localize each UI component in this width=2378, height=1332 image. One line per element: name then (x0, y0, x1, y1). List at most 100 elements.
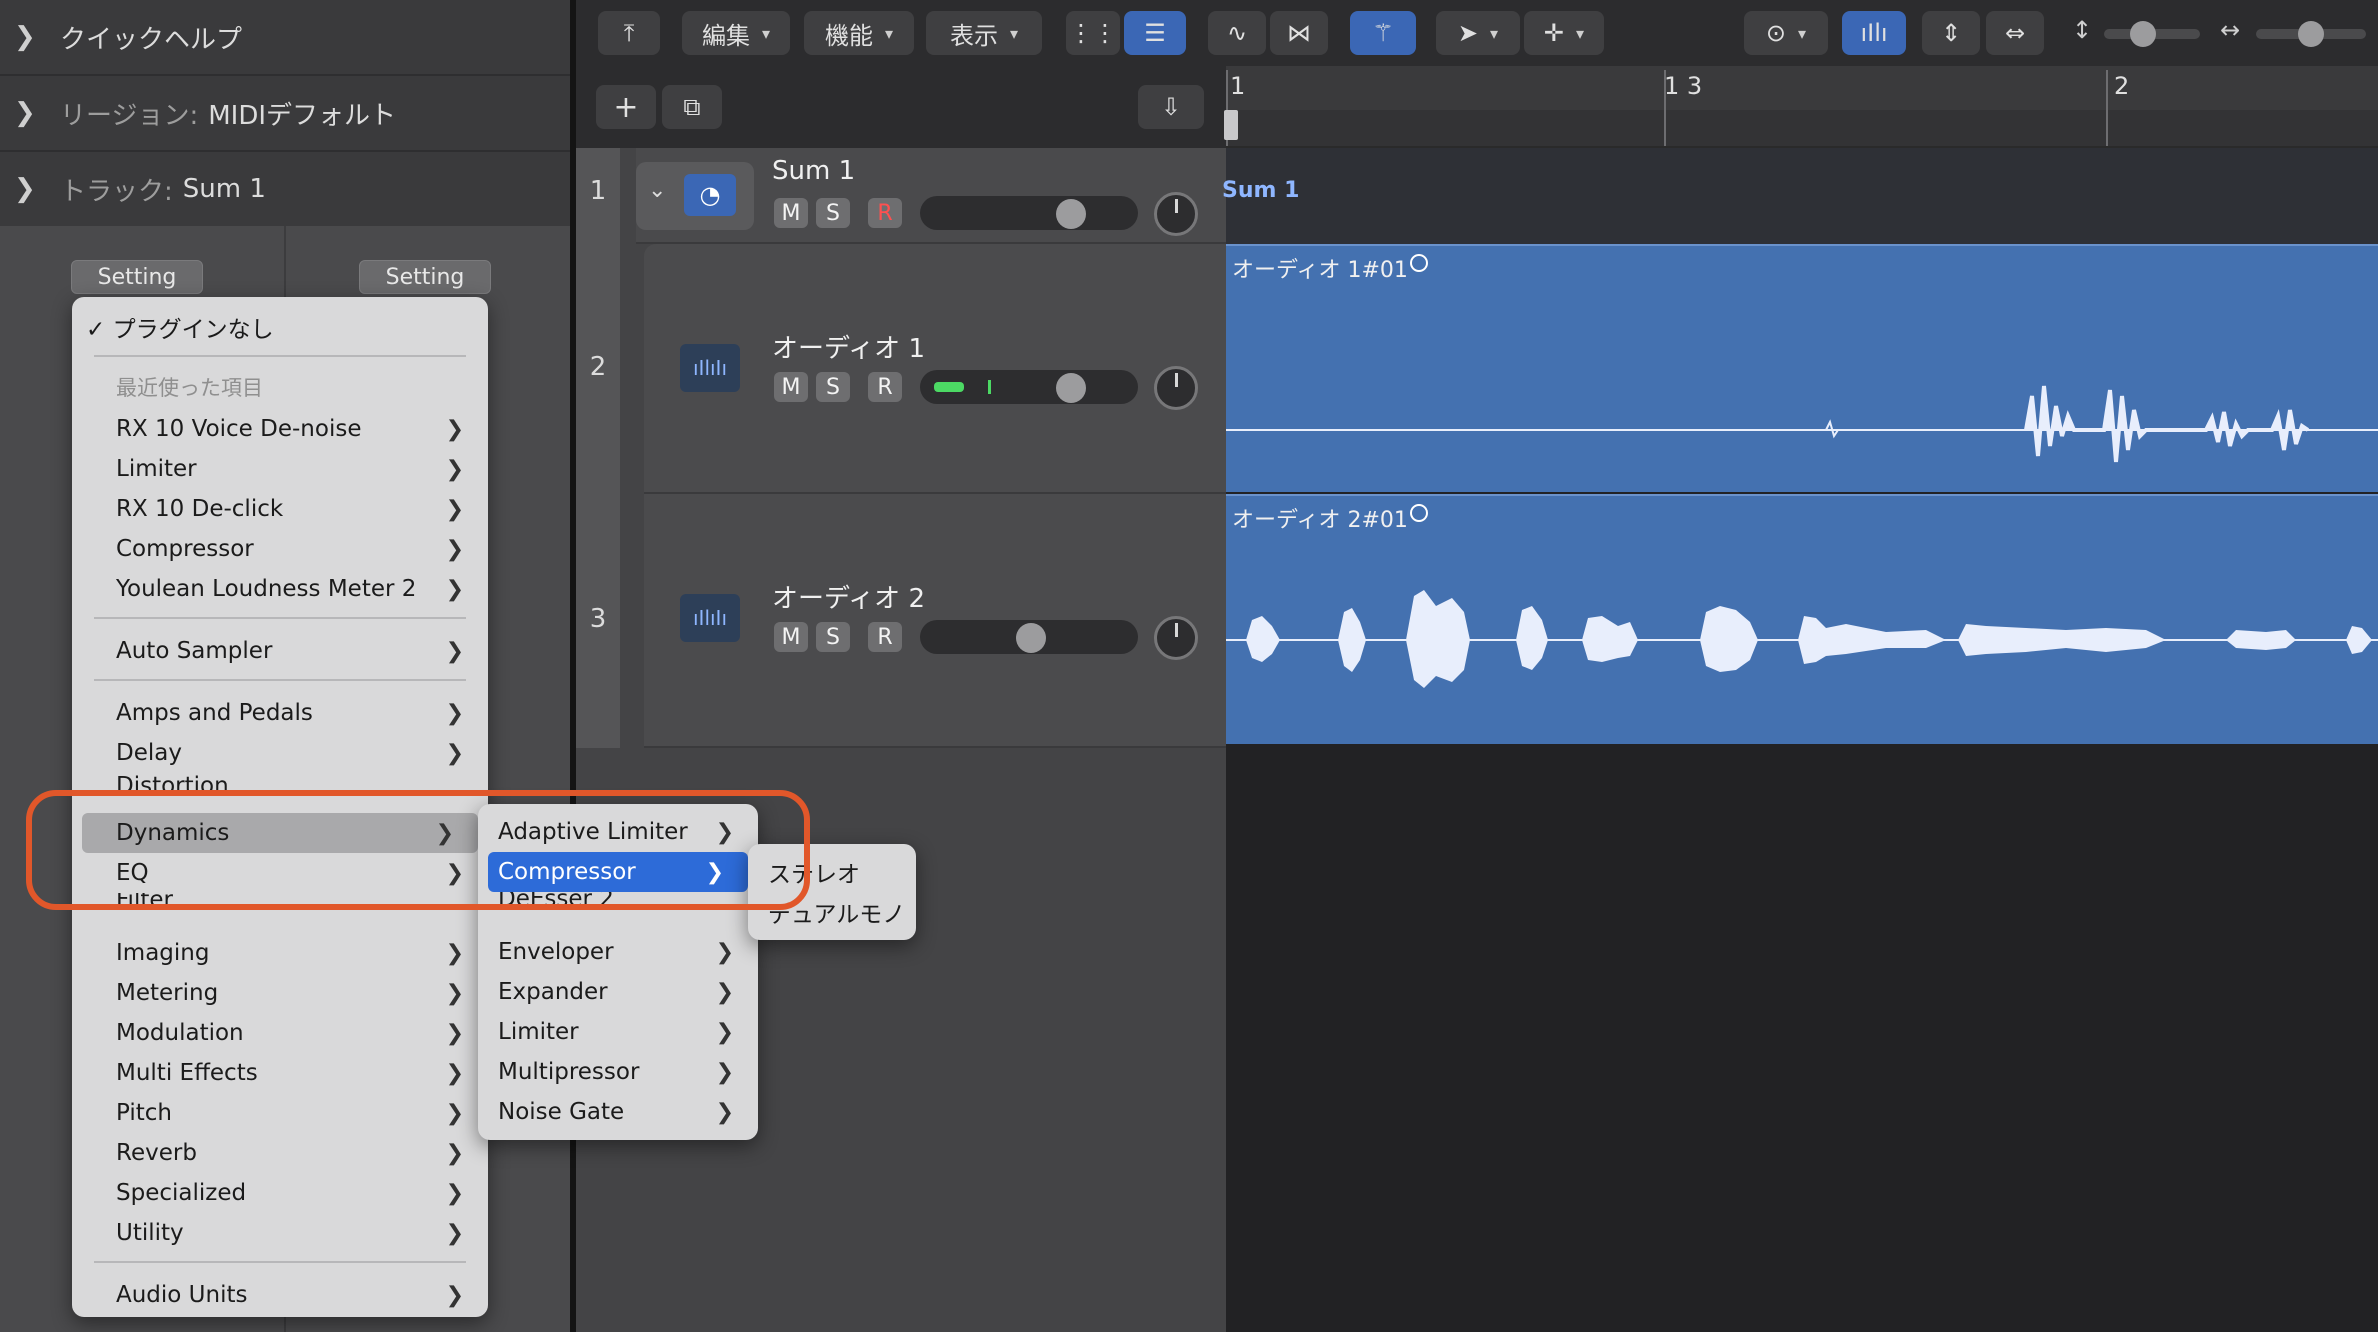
folder-gutter (620, 244, 642, 748)
quick-help-row[interactable]: ❯ クイックヘルプ (0, 0, 570, 76)
menu-item-category[interactable]: Metering ❯ (72, 973, 488, 1013)
mute-button[interactable]: M (774, 622, 808, 652)
menu-item-recent[interactable]: Limiter ❯ (72, 449, 488, 489)
record-button[interactable]: R (868, 622, 902, 652)
duplicate-icon: ⧉ (683, 93, 701, 121)
pan-knob[interactable] (1154, 616, 1198, 660)
menu-item-label: Audio Units (116, 1282, 248, 1308)
timeline-ruler[interactable]: 1 1 3 2 (1224, 66, 2378, 148)
list-view-button[interactable]: ☰ (1124, 11, 1186, 55)
loop-circle-icon[interactable] (1410, 504, 1428, 522)
pointer-tool-menu[interactable]: ➤ ▾ (1436, 11, 1520, 55)
menu-item-dynamics[interactable]: Multipressor ❯ (478, 1052, 758, 1092)
region-row[interactable]: ❯ リージョン: MIDIデフォルト (0, 76, 570, 152)
playhead-handle[interactable] (1224, 110, 1238, 140)
slider-knob[interactable] (2130, 21, 2156, 47)
chevron-right-icon: ❯ (14, 22, 36, 52)
waveform-icon: ıIlı (1860, 19, 1888, 47)
grid-view-button[interactable]: ⋮⋮ (1066, 11, 1120, 55)
flex-button[interactable]: ⋈ (1270, 11, 1328, 55)
menu-item-dynamics[interactable]: Limiter ❯ (478, 1012, 758, 1052)
fit-vertical-button[interactable]: ⇕ (1922, 11, 1980, 55)
volume-fader[interactable] (920, 620, 1138, 654)
menu-item-recent[interactable]: RX 10 De-click ❯ (72, 489, 488, 529)
ellipsis-circle-icon: ⊙ (1765, 19, 1787, 47)
functions-menu[interactable]: 機能 ▾ (804, 11, 914, 55)
tracks-header-bar: + ⧉ ⇩ (576, 66, 1226, 148)
menu-item-recent[interactable]: Youlean Loudness Meter 2 ❯ (72, 569, 488, 609)
loop-circle-icon[interactable] (1410, 254, 1428, 272)
menu-item-category[interactable]: Pitch ❯ (72, 1093, 488, 1133)
duplicate-track-button[interactable]: ⧉ (662, 85, 722, 129)
audio-region-1[interactable]: オーディオ 1#01 (1226, 244, 2378, 492)
fader-knob[interactable] (1056, 373, 1086, 403)
menu-item-category[interactable]: Imaging ❯ (72, 933, 488, 973)
menu-item-category[interactable]: Utility ❯ (72, 1213, 488, 1253)
menu-item-dynamics[interactable]: Noise Gate ❯ (478, 1092, 758, 1132)
setting-button-right[interactable]: Setting (359, 260, 491, 294)
chevron-right-icon: ❯ (14, 98, 36, 128)
menu-item-label: Multipressor (498, 1059, 640, 1085)
chevron-right-icon: ❯ (445, 638, 464, 664)
menu-item-no-plugin[interactable]: ✓ プラグインなし (72, 307, 488, 347)
add-track-button[interactable]: + (596, 85, 656, 129)
menu-item-auto-sampler[interactable]: Auto Sampler ❯ (72, 631, 488, 671)
menu-item-recent[interactable]: Compressor ❯ (72, 529, 488, 569)
menu-item-category[interactable]: Delay ❯ (72, 733, 488, 773)
fit-horizontal-button[interactable]: ⇔ (1986, 11, 2044, 55)
menu-item-dynamics[interactable]: Expander ❯ (478, 972, 758, 1012)
menu-item-label: Expander (498, 979, 608, 1005)
setting-button-left[interactable]: Setting (71, 260, 203, 294)
volume-fader[interactable] (920, 196, 1138, 230)
record-button[interactable]: R (868, 198, 902, 228)
edit-menu[interactable]: 編集 ▾ (682, 11, 790, 55)
slider-knob[interactable] (2298, 21, 2324, 47)
record-button[interactable]: R (868, 372, 902, 402)
volume-fader[interactable] (920, 370, 1138, 404)
catch-button[interactable]: ⇩ (1138, 85, 1204, 129)
solo-button[interactable]: S (816, 622, 850, 652)
chevron-right-icon: ❯ (715, 1019, 734, 1045)
menu-item-category[interactable]: Multi Effects ❯ (72, 1053, 488, 1093)
automation-curve-icon: ∿ (1226, 19, 1248, 47)
track-name[interactable]: オーディオ 2 (772, 578, 925, 615)
track-header-audio1[interactable]: ıIlıIı オーディオ 1 M S R (644, 244, 1226, 494)
disclosure-chevron-icon[interactable]: ⌄ (648, 178, 666, 203)
mute-button[interactable]: M (774, 198, 808, 228)
snap-button[interactable]: ⚚ (1350, 11, 1416, 55)
menu-item-label: Multi Effects (116, 1060, 258, 1086)
sum-track-lane[interactable]: Sum 1 (1222, 148, 2378, 244)
menu-item-category[interactable]: Modulation ❯ (72, 1013, 488, 1053)
track-header-audio2[interactable]: ıIlıIı オーディオ 2 M S R (644, 494, 1226, 748)
horizontal-zoom-slider[interactable] (2256, 21, 2366, 47)
solo-button[interactable]: S (816, 198, 850, 228)
secondary-tool-menu[interactable]: ✛ ▾ (1524, 11, 1604, 55)
menu-item-recent[interactable]: RX 10 Voice De-noise ❯ (72, 409, 488, 449)
waveform-zoom-button[interactable]: ıIlı (1842, 11, 1906, 55)
automation-button[interactable]: ∿ (1208, 11, 1266, 55)
fader-knob[interactable] (1056, 199, 1086, 229)
menu-item-category[interactable]: Amps and Pedals ❯ (72, 693, 488, 733)
track-row[interactable]: ❯ トラック: Sum 1 (0, 152, 570, 228)
menu-separator (94, 617, 466, 619)
chevron-right-icon: ❯ (445, 1220, 464, 1246)
track-header-sum[interactable]: ⌄ ◔ Sum 1 M S R (636, 148, 1226, 244)
mute-button[interactable]: M (774, 372, 808, 402)
vertical-zoom-slider[interactable] (2104, 21, 2200, 47)
menu-item-category[interactable]: Specialized ❯ (72, 1173, 488, 1213)
solo-button[interactable]: S (816, 372, 850, 402)
up-arrow-button[interactable]: ⤒ (598, 11, 660, 55)
pan-knob[interactable] (1154, 192, 1198, 236)
menu-item-audio-units[interactable]: Audio Units ❯ (72, 1275, 488, 1315)
audio-region-2[interactable]: オーディオ 2#01 (1226, 494, 2378, 744)
track-name[interactable]: オーディオ 1 (772, 328, 925, 365)
pan-knob[interactable] (1154, 366, 1198, 410)
ruler-tick-strip (1226, 110, 2378, 146)
menu-item-label: Delay (116, 740, 182, 766)
more-menu[interactable]: ⊙ ▾ (1744, 11, 1828, 55)
menu-item-category[interactable]: Reverb ❯ (72, 1133, 488, 1173)
track-name[interactable]: Sum 1 (772, 156, 855, 186)
menu-item-dynamics[interactable]: Enveloper ❯ (478, 932, 758, 972)
fader-knob[interactable] (1016, 623, 1046, 653)
view-menu[interactable]: 表示 ▾ (926, 11, 1042, 55)
